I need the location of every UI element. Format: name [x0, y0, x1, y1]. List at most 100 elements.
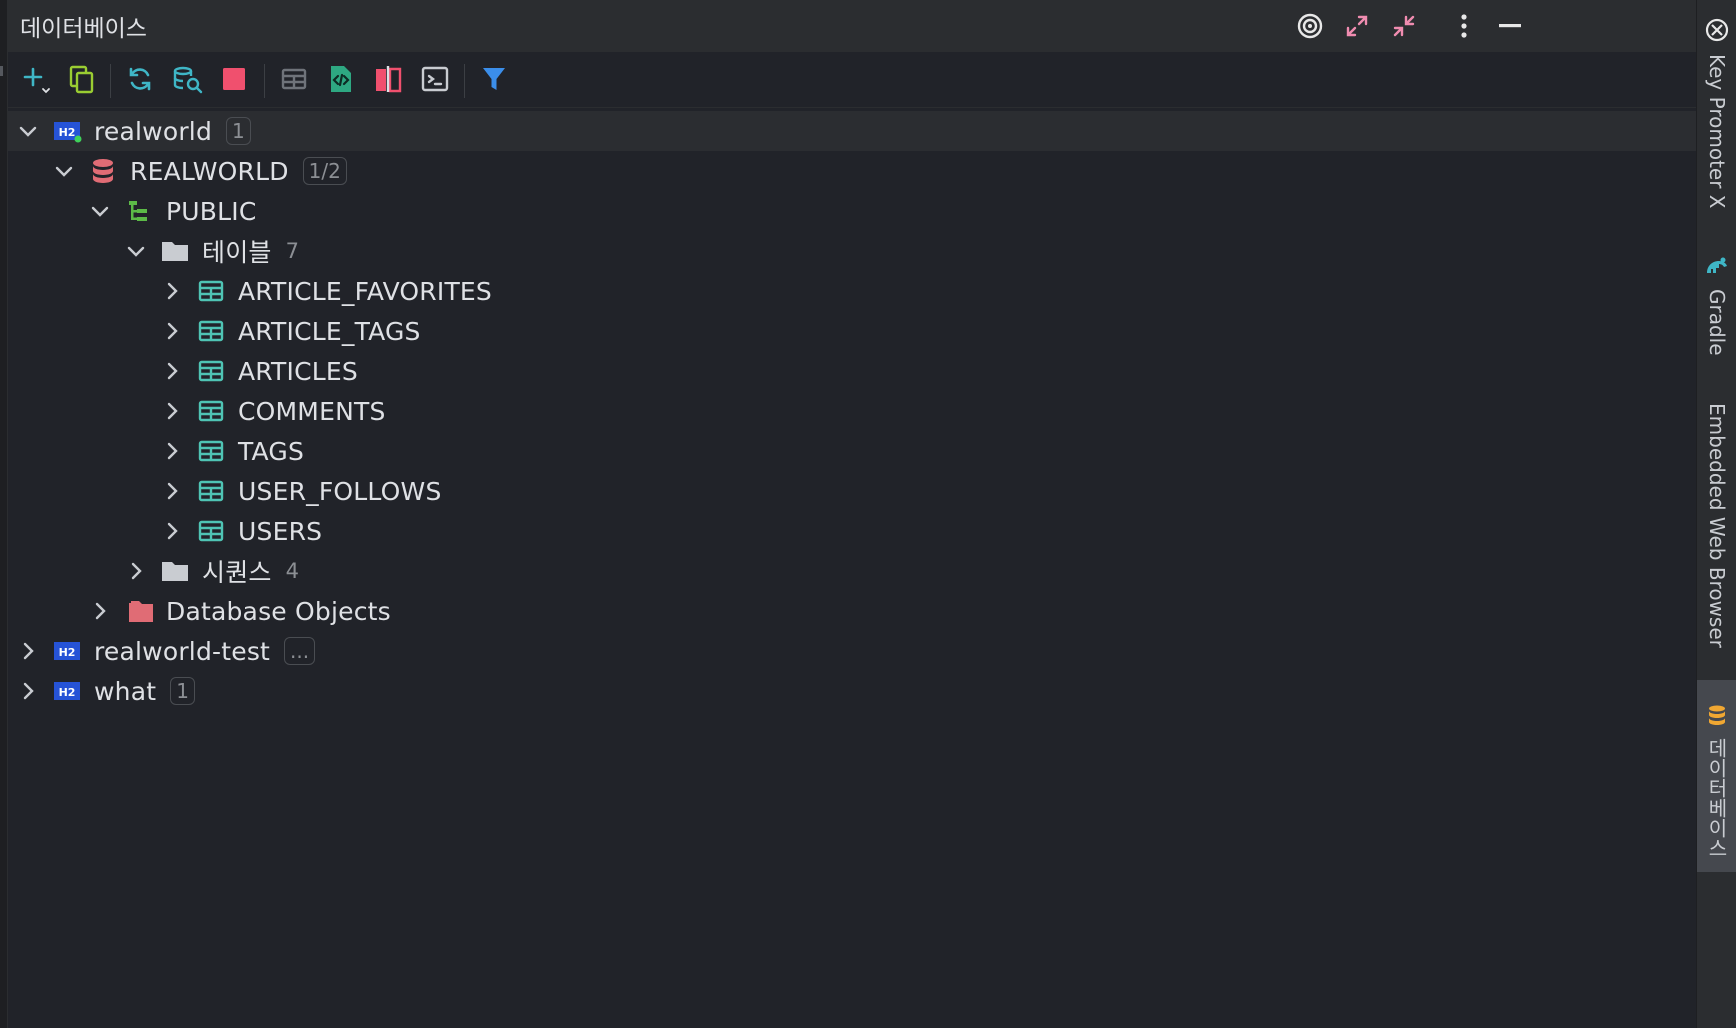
tree-node-label: realworld-test — [94, 636, 271, 666]
tree-node-label: 테이블 — [202, 238, 272, 267]
gutter-marker — [0, 66, 3, 76]
h2-database-icon: H2 — [50, 114, 84, 148]
chevron-down-icon[interactable] — [14, 117, 42, 145]
tree-node-label: ARTICLE_FAVORITES — [238, 276, 492, 306]
tree-node-realworld[interactable]: H2 realworld 1 — [8, 111, 1696, 151]
tree-node-what[interactable]: H2 what 1 — [8, 671, 1696, 711]
chevron-right-icon[interactable] — [14, 677, 42, 705]
chevron-right-icon[interactable] — [158, 357, 186, 385]
svg-text:H2: H2 — [59, 126, 76, 139]
schema-icon — [122, 194, 156, 228]
tool-window-header: 데이터베이스 — [8, 0, 1696, 52]
tree-node-label: COMMENTS — [238, 396, 386, 426]
chevron-right-icon[interactable] — [158, 317, 186, 345]
gradle-elephant-icon — [1704, 255, 1730, 281]
tree-node-realworld-schema[interactable]: REALWORLD 1/2 — [8, 151, 1696, 191]
tab-label: Embedded Web Browser — [1705, 403, 1729, 648]
more-vertical-icon[interactable] — [1444, 6, 1484, 46]
tree-node-table[interactable]: ARTICLE_TAGS — [8, 311, 1696, 351]
chevron-right-icon[interactable] — [158, 277, 186, 305]
ddl-file-icon[interactable] — [321, 59, 361, 99]
minimize-icon[interactable] — [1490, 6, 1530, 46]
tree-node-label: PUBLIC — [166, 196, 257, 226]
duplicate-icon[interactable] — [62, 59, 102, 99]
chevron-right-icon[interactable] — [158, 397, 186, 425]
tab-gradle[interactable]: Gradle — [1697, 255, 1736, 356]
svg-text:H2: H2 — [59, 686, 76, 699]
chevron-right-icon[interactable] — [86, 597, 114, 625]
schema-search-icon[interactable] — [168, 59, 208, 99]
table-view-icon[interactable] — [274, 59, 314, 99]
chevron-right-icon[interactable] — [14, 637, 42, 665]
tree-node-table[interactable]: TAGS — [8, 431, 1696, 471]
item-count: 7 — [285, 239, 299, 263]
chevron-down-icon[interactable] — [86, 197, 114, 225]
table-icon — [194, 474, 228, 508]
refresh-icon[interactable] — [120, 59, 160, 99]
chevron-right-icon[interactable] — [122, 557, 150, 585]
console-icon[interactable] — [415, 59, 455, 99]
add-icon[interactable] — [16, 59, 56, 99]
toolbar-separator — [264, 64, 265, 98]
database-tool-window: 데이터베이스 H2 realworld 1 REALWORLD 1/2 PUBL… — [8, 0, 1696, 1028]
expand-icon[interactable] — [1337, 6, 1377, 46]
chevron-down-icon[interactable] — [50, 157, 78, 185]
tree-node-table[interactable]: COMMENTS — [8, 391, 1696, 431]
tab-embedded-web-browser[interactable]: Embedded Web Browser — [1697, 395, 1736, 648]
count-badge: 1 — [170, 677, 195, 705]
tool-window-title: 데이터베이스 — [20, 16, 147, 42]
target-icon[interactable] — [1290, 6, 1330, 46]
table-icon — [194, 354, 228, 388]
database-icon — [86, 154, 120, 188]
table-icon — [194, 314, 228, 348]
tree-node-label: ARTICLES — [238, 356, 358, 386]
chevron-right-icon[interactable] — [158, 477, 186, 505]
h2-database-icon: H2 — [50, 674, 84, 708]
toolbar-separator — [110, 64, 111, 98]
tree-node-label: what — [94, 676, 157, 706]
stop-icon[interactable] — [214, 59, 254, 99]
tree-node-tables-folder[interactable]: 테이블 7 — [8, 231, 1696, 271]
folder-icon — [158, 554, 192, 588]
tree-node-table[interactable]: USERS — [8, 511, 1696, 551]
right-tool-window-bar: Key Promoter X Gradle Embedded Web Brows… — [1696, 0, 1736, 1028]
tab-database[interactable]: 데이터베이스 — [1697, 680, 1736, 872]
table-icon — [194, 274, 228, 308]
toolbar-separator — [464, 64, 465, 98]
table-icon — [194, 394, 228, 428]
tab-label: 데이터베이스 — [1704, 738, 1729, 858]
tree-node-table[interactable]: USER_FOLLOWS — [8, 471, 1696, 511]
tab-key-promoter-x[interactable]: Key Promoter X — [1697, 18, 1736, 209]
tree-node-realworld-test[interactable]: H2 realworld-test ... — [8, 631, 1696, 671]
tree-node-sequences-folder[interactable]: 시퀀스 4 — [8, 551, 1696, 591]
item-count: 4 — [285, 559, 299, 583]
table-icon — [194, 514, 228, 548]
database-toolbar — [8, 52, 1696, 108]
folder-icon — [158, 234, 192, 268]
tab-label: Gradle — [1705, 289, 1729, 356]
count-badge: ... — [284, 637, 316, 665]
tree-node-label: realworld — [94, 116, 213, 146]
collapse-icon[interactable] — [1384, 6, 1424, 46]
chevron-right-icon[interactable] — [158, 437, 186, 465]
tree-node-public[interactable]: PUBLIC — [8, 191, 1696, 231]
tree-node-table[interactable]: ARTICLES — [8, 351, 1696, 391]
svg-text:H2: H2 — [59, 646, 76, 659]
database-icon — [1707, 704, 1727, 730]
count-badge: 1/2 — [302, 157, 347, 185]
filter-icon[interactable] — [474, 59, 514, 99]
left-gutter — [0, 0, 8, 1028]
database-objects-folder-icon — [122, 594, 156, 628]
table-icon — [194, 434, 228, 468]
chevron-down-icon[interactable] — [122, 237, 150, 265]
tab-label: Key Promoter X — [1705, 54, 1729, 209]
tree-node-label: USER_FOLLOWS — [238, 476, 442, 506]
chevron-right-icon[interactable] — [158, 517, 186, 545]
tree-node-table[interactable]: ARTICLE_FAVORITES — [8, 271, 1696, 311]
compare-icon[interactable] — [368, 59, 408, 99]
count-badge: 1 — [226, 117, 251, 145]
tree-node-label: REALWORLD — [130, 156, 289, 186]
tree-node-database-objects[interactable]: Database Objects — [8, 591, 1696, 631]
key-promoter-icon — [1705, 18, 1729, 46]
tree-node-label: USERS — [238, 516, 323, 546]
